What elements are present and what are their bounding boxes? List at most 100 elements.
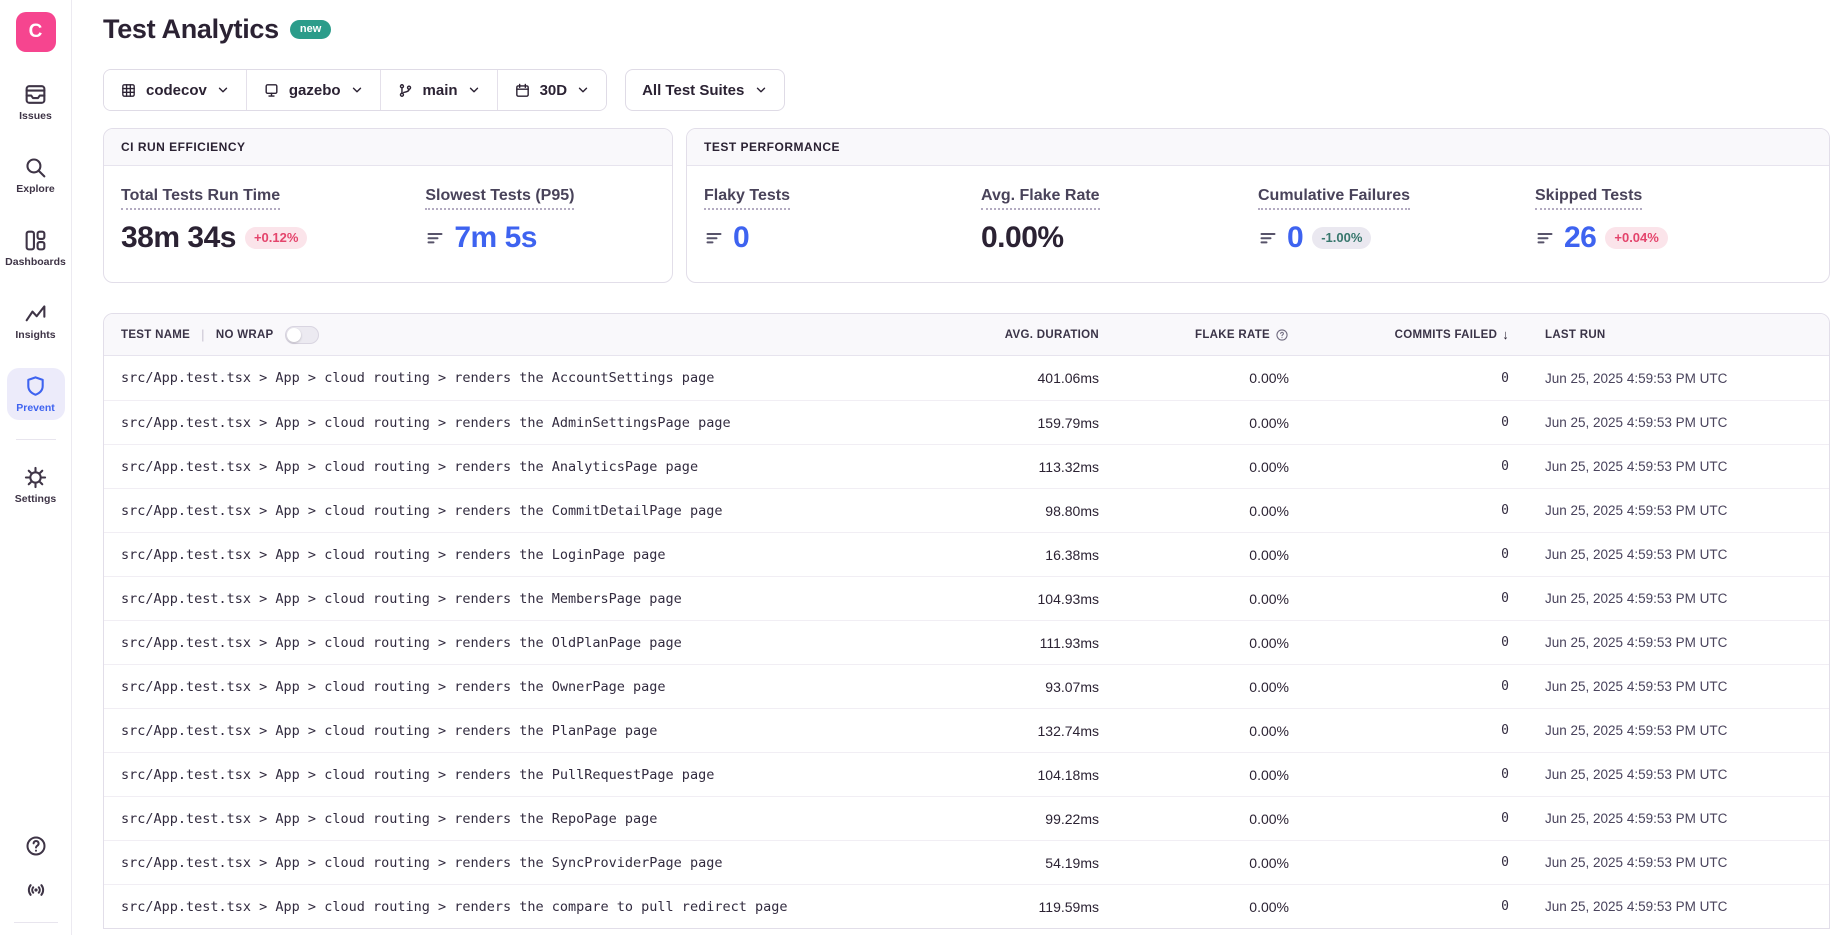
- sidebar-item-settings[interactable]: Settings: [7, 459, 65, 511]
- metric-value: 7m 5s: [454, 221, 537, 255]
- flake-rate-header-label: FLAKE RATE: [1195, 329, 1270, 341]
- sidebar-item-label: Dashboards: [5, 256, 66, 268]
- table-row[interactable]: src/App.test.tsx > App > cloud routing >…: [104, 488, 1829, 532]
- test-name-cell: src/App.test.tsx > App > cloud routing >…: [104, 855, 979, 871]
- metric-value: 0.00%: [981, 221, 1064, 255]
- metric-label[interactable]: Flaky Tests: [704, 187, 790, 210]
- metric-label[interactable]: Slowest Tests (P95): [425, 187, 574, 210]
- flake-rate-header[interactable]: FLAKE RATE: [1129, 328, 1319, 342]
- filter-codecov-dropdown[interactable]: codecov: [104, 70, 246, 110]
- avg-duration-header[interactable]: AVG. DURATION: [979, 329, 1129, 341]
- metric-delta-badge: -1.00%: [1312, 227, 1371, 249]
- help-icon[interactable]: [24, 834, 48, 858]
- metric-value: 0: [733, 221, 749, 255]
- flake-rate-cell: 0.00%: [1129, 855, 1319, 871]
- last-run-cell: Jun 25, 2025 4:59:53 PM UTC: [1539, 855, 1829, 870]
- flake-rate-cell: 0.00%: [1129, 811, 1319, 827]
- test-name-cell: src/App.test.tsx > App > cloud routing >…: [104, 547, 979, 563]
- question-circle-icon[interactable]: [1275, 328, 1289, 342]
- flake-rate-cell: 0.00%: [1129, 503, 1319, 519]
- commits-failed-cell: 0: [1319, 767, 1539, 782]
- filter-lines-icon[interactable]: [704, 228, 724, 248]
- sidebar-item-insights[interactable]: Insights: [7, 295, 65, 347]
- sidebar-item-label: Settings: [15, 493, 56, 505]
- commits-failed-cell: 0: [1319, 855, 1539, 870]
- last-run-cell: Jun 25, 2025 4:59:53 PM UTC: [1539, 767, 1829, 782]
- sidebar-item-label: Explore: [16, 183, 55, 195]
- flake-rate-cell: 0.00%: [1129, 723, 1319, 739]
- new-badge: new: [290, 20, 331, 39]
- metric-label[interactable]: Skipped Tests: [1535, 187, 1642, 210]
- org-avatar[interactable]: C: [16, 12, 56, 52]
- broadcast-icon[interactable]: [24, 878, 48, 902]
- test-name-cell: src/App.test.tsx > App > cloud routing >…: [104, 811, 979, 827]
- metric-value-row: 26+0.04%: [1535, 221, 1812, 255]
- metric-value: 0: [1287, 221, 1303, 255]
- table-row[interactable]: src/App.test.tsx > App > cloud routing >…: [104, 576, 1829, 620]
- test-name-header-label[interactable]: TEST NAME: [121, 329, 190, 341]
- table-row[interactable]: src/App.test.tsx > App > cloud routing >…: [104, 752, 1829, 796]
- commits-failed-header[interactable]: COMMITS FAILED ↓: [1319, 327, 1539, 342]
- calendar-icon: [514, 82, 531, 99]
- table-row[interactable]: src/App.test.tsx > App > cloud routing >…: [104, 356, 1829, 400]
- test-results-table: TEST NAME | NO WRAP AVG. DURATION FLAKE …: [103, 313, 1830, 929]
- metric-slowest-tests-p95-: Slowest Tests (P95) 7m 5s: [425, 187, 655, 255]
- filter-30d-dropdown[interactable]: 30D: [497, 70, 607, 110]
- test-name-header: TEST NAME | NO WRAP: [104, 326, 979, 344]
- table-row[interactable]: src/App.test.tsx > App > cloud routing >…: [104, 884, 1829, 928]
- sidebar-item-label: Insights: [15, 329, 55, 341]
- metric-value: 38m 34s: [121, 221, 236, 255]
- no-wrap-toggle[interactable]: [285, 326, 319, 344]
- table-row[interactable]: src/App.test.tsx > App > cloud routing >…: [104, 620, 1829, 664]
- avg-duration-cell: 104.93ms: [979, 591, 1129, 607]
- sidebar-item-prevent[interactable]: Prevent: [7, 368, 65, 420]
- metric-label[interactable]: Total Tests Run Time: [121, 187, 280, 210]
- table-row[interactable]: src/App.test.tsx > App > cloud routing >…: [104, 400, 1829, 444]
- page-title: Test Analytics: [103, 14, 279, 45]
- test-suites-dropdown[interactable]: All Test Suites: [625, 69, 785, 111]
- branch-icon: [397, 82, 414, 99]
- commits-failed-header-label: COMMITS FAILED: [1395, 329, 1498, 341]
- filter-lines-icon[interactable]: [1258, 228, 1278, 248]
- sort-desc-icon: ↓: [1502, 327, 1509, 342]
- flake-rate-cell: 0.00%: [1129, 370, 1319, 386]
- commits-failed-cell: 0: [1319, 635, 1539, 650]
- sidebar-item-issues[interactable]: Issues: [7, 76, 65, 128]
- table-row[interactable]: src/App.test.tsx > App > cloud routing >…: [104, 664, 1829, 708]
- panel-test-performance: TEST PERFORMANCE Flaky Tests 0 Avg. Flake R…: [686, 128, 1830, 283]
- sidebar-footer: [14, 834, 58, 927]
- filter-lines-icon[interactable]: [425, 228, 445, 248]
- flake-rate-cell: 0.00%: [1129, 591, 1319, 607]
- test-name-cell: src/App.test.tsx > App > cloud routing >…: [104, 635, 979, 651]
- test-name-cell: src/App.test.tsx > App > cloud routing >…: [104, 679, 979, 695]
- avg-duration-cell: 119.59ms: [979, 899, 1129, 915]
- table-row[interactable]: src/App.test.tsx > App > cloud routing >…: [104, 796, 1829, 840]
- filter-gazebo-dropdown[interactable]: gazebo: [246, 70, 380, 110]
- table-row[interactable]: src/App.test.tsx > App > cloud routing >…: [104, 444, 1829, 488]
- metric-label[interactable]: Avg. Flake Rate: [981, 187, 1100, 210]
- avg-duration-cell: 111.93ms: [979, 635, 1129, 651]
- table-row[interactable]: src/App.test.tsx > App > cloud routing >…: [104, 708, 1829, 752]
- filter-label: main: [423, 82, 458, 99]
- table-row[interactable]: src/App.test.tsx > App > cloud routing >…: [104, 840, 1829, 884]
- commits-failed-cell: 0: [1319, 459, 1539, 474]
- filter-row: codecovgazebo main 30D All Test Suites: [103, 69, 1830, 111]
- search-icon: [23, 155, 48, 180]
- sidebar-item-dashboards[interactable]: Dashboards: [7, 222, 65, 274]
- sidebar-item-explore[interactable]: Explore: [7, 149, 65, 201]
- panel-title: TEST PERFORMANCE: [687, 129, 1829, 166]
- app-root: C Issues Explore Dashboards Insights Prevent…: [0, 0, 1845, 935]
- table-row[interactable]: src/App.test.tsx > App > cloud routing >…: [104, 532, 1829, 576]
- filter-main-dropdown[interactable]: main: [380, 70, 497, 110]
- test-name-cell: src/App.test.tsx > App > cloud routing >…: [104, 415, 979, 431]
- last-run-header[interactable]: LAST RUN: [1539, 329, 1829, 341]
- metric-value-row: 0: [704, 221, 981, 255]
- filter-lines-icon[interactable]: [1535, 228, 1555, 248]
- header-separator: |: [201, 327, 205, 342]
- test-name-cell: src/App.test.tsx > App > cloud routing >…: [104, 899, 979, 915]
- no-wrap-label: NO WRAP: [216, 329, 274, 341]
- table-header-row: TEST NAME | NO WRAP AVG. DURATION FLAKE …: [104, 314, 1829, 356]
- metric-value-row: 0.00%: [981, 221, 1258, 255]
- metric-label[interactable]: Cumulative Failures: [1258, 187, 1410, 210]
- last-run-cell: Jun 25, 2025 4:59:53 PM UTC: [1539, 371, 1829, 386]
